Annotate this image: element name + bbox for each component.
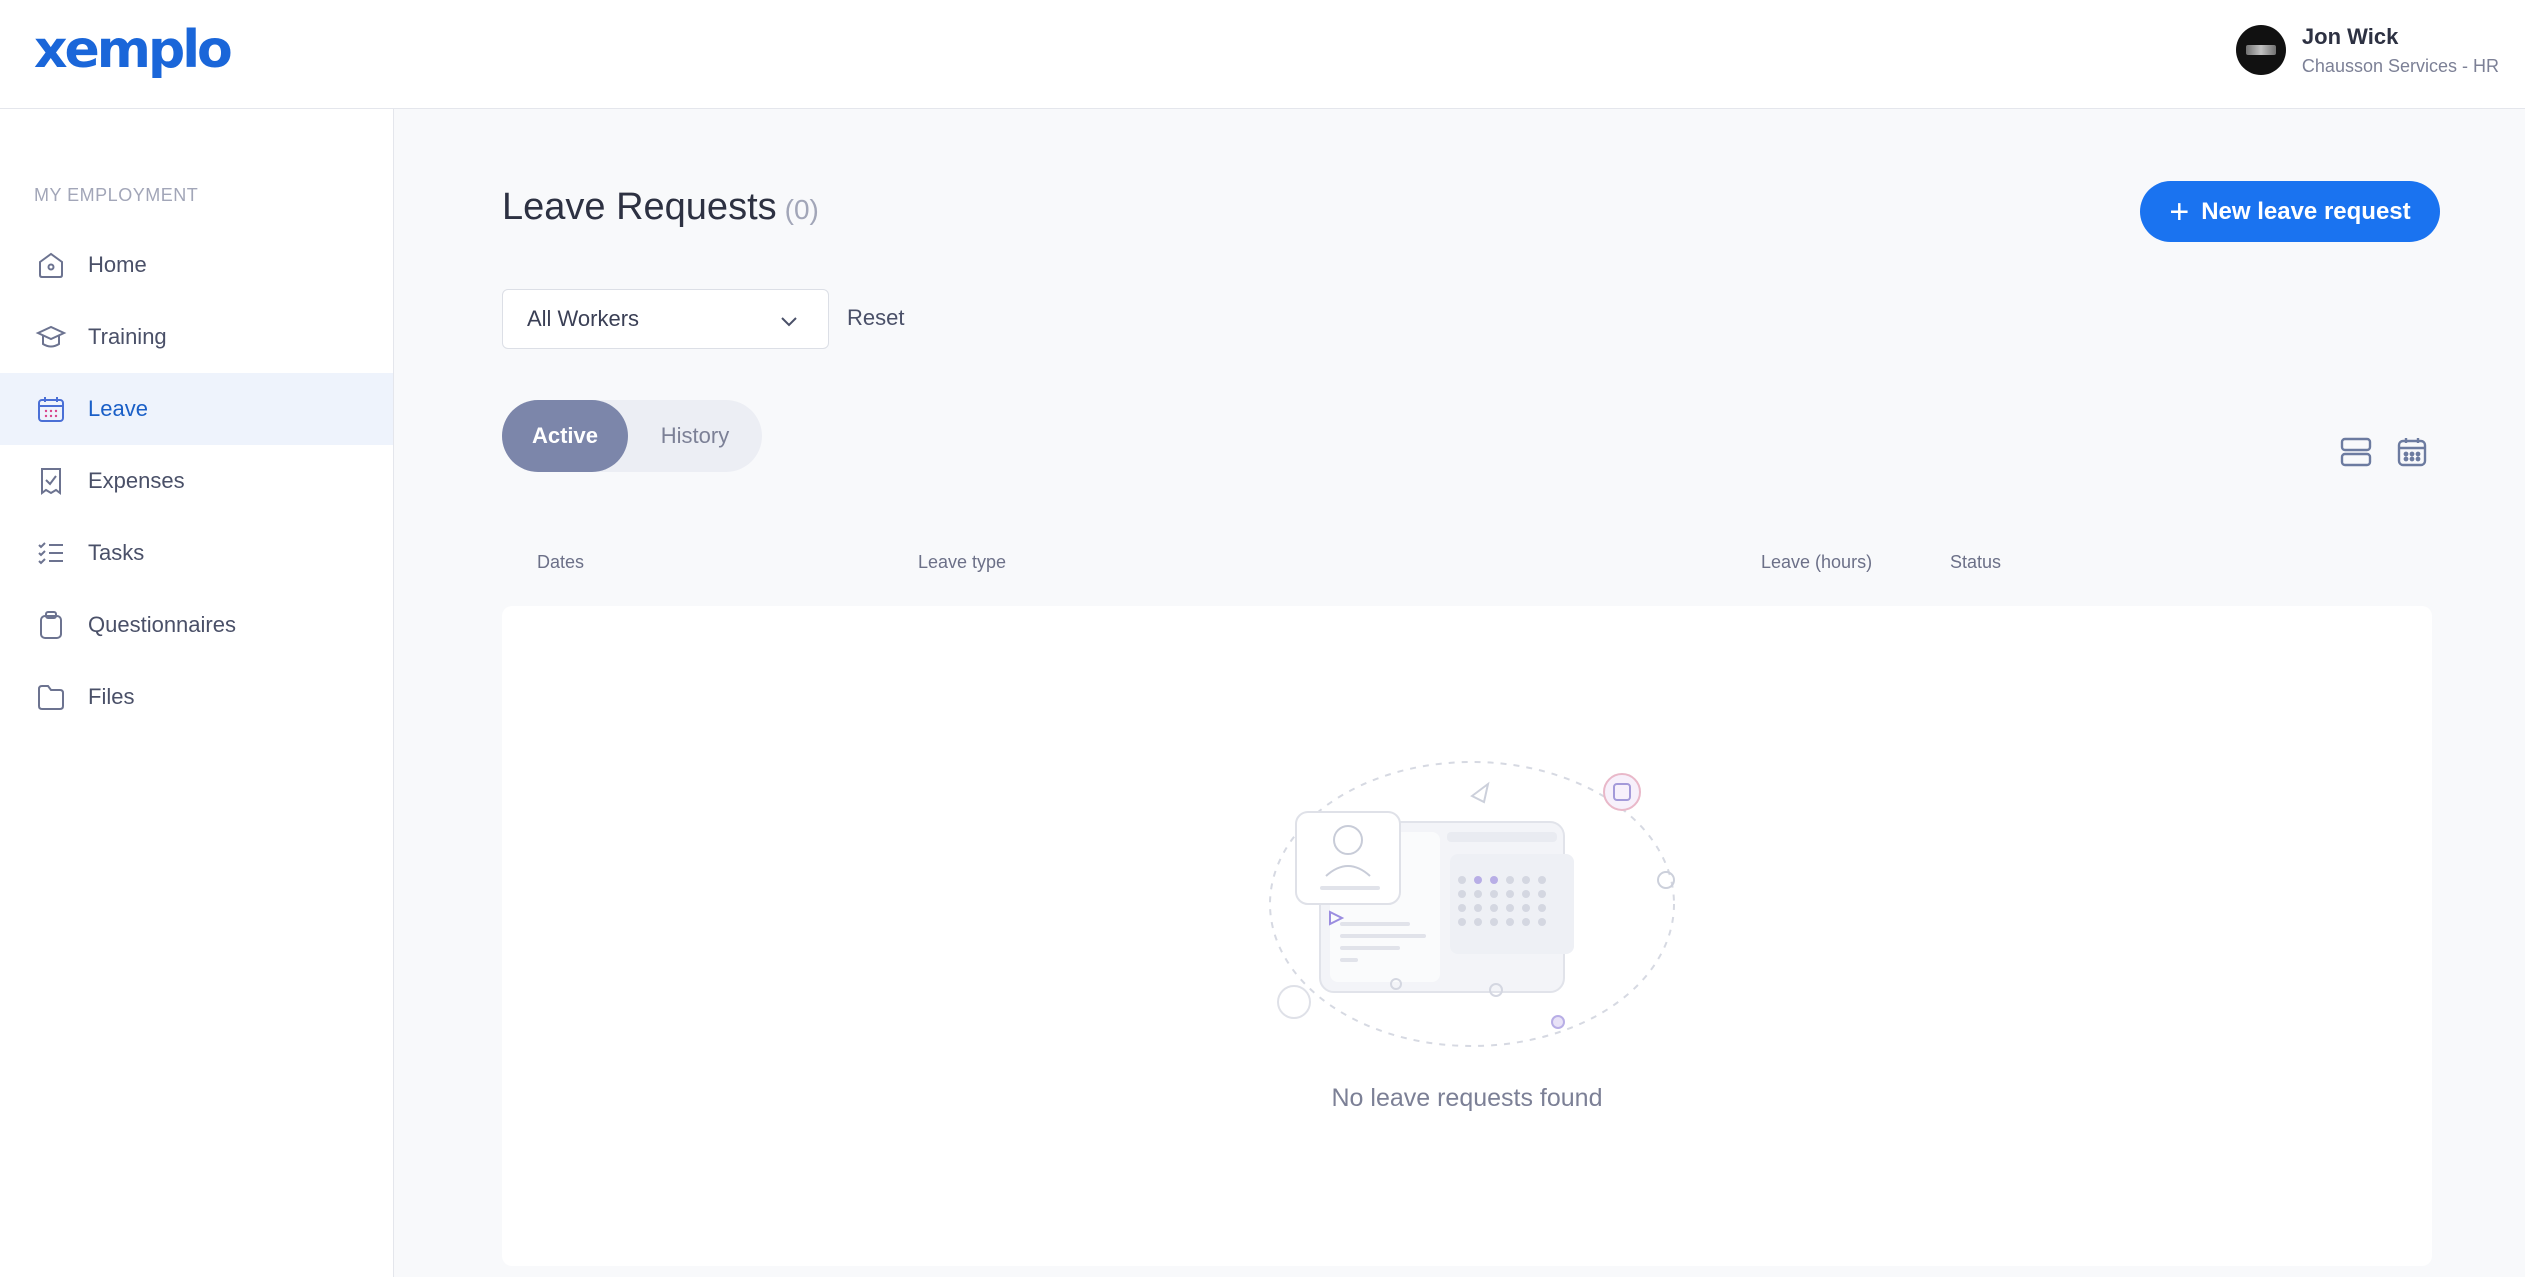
sidebar-item-label: Files	[88, 684, 135, 709]
sidebar-item-label: Home	[88, 252, 147, 277]
sidebar-item-tasks[interactable]: Tasks	[0, 517, 393, 589]
empty-state-illustration	[1262, 744, 1682, 1059]
folder-icon	[34, 680, 68, 714]
sidebar-item-label: Leave	[88, 396, 148, 421]
avatar-logo	[2245, 45, 2276, 55]
new-leave-request-button[interactable]: + New leave request	[2140, 181, 2440, 242]
column-header-status[interactable]: Status	[1950, 552, 2001, 573]
clipboard-icon	[34, 608, 68, 642]
sidebar-item-label: Questionnaires	[88, 612, 236, 637]
list-view-icon[interactable]	[2338, 434, 2374, 470]
sidebar-item-label: Expenses	[88, 468, 185, 493]
column-header-dates[interactable]: Dates	[537, 552, 584, 573]
worker-filter-value: All Workers	[527, 306, 640, 331]
page-title: Leave Requests (0)	[502, 186, 819, 229]
top-bar: xemplo Jon Wick Chausson Services - HR	[0, 0, 2525, 109]
sidebar: MY EMPLOYMENT Home Training Leave Expens…	[0, 109, 394, 1277]
user-name: Jon Wick	[2301, 23, 2399, 49]
graduation-cap-icon	[34, 320, 68, 354]
leave-requests-table-body: No leave requests found	[502, 606, 2432, 1266]
logo-text: xemplo	[34, 20, 233, 80]
column-header-leave-type[interactable]: Leave type	[918, 552, 1006, 573]
sidebar-item-home[interactable]: Home	[0, 229, 393, 301]
page-title-text: Leave Requests	[502, 186, 777, 228]
plus-icon: +	[2169, 192, 2190, 231]
user-menu[interactable]: Jon Wick Chausson Services - HR	[2235, 22, 2499, 78]
request-count: (0)	[784, 194, 819, 225]
column-header-leave-hours[interactable]: Leave (hours)	[1761, 552, 1872, 573]
sidebar-item-label: Tasks	[88, 540, 145, 565]
sidebar-item-files[interactable]: Files	[0, 661, 393, 733]
tab-active[interactable]: Active	[502, 400, 628, 472]
status-toggle: Active History	[502, 400, 762, 472]
sidebar-item-expenses[interactable]: Expenses	[0, 445, 393, 517]
sidebar-item-label: Training	[88, 324, 167, 349]
receipt-icon	[34, 464, 68, 498]
calendar-view-icon[interactable]	[2394, 434, 2430, 470]
empty-state-message: No leave requests found	[1331, 1084, 1603, 1112]
sidebar-item-leave[interactable]: Leave	[0, 373, 393, 445]
avatar[interactable]	[2235, 25, 2286, 75]
checklist-icon	[34, 536, 68, 570]
reset-button[interactable]: Reset	[847, 305, 904, 331]
sidebar-item-questionnaires[interactable]: Questionnaires	[0, 589, 393, 661]
sidebar-heading: MY EMPLOYMENT	[34, 185, 199, 205]
home-icon	[34, 248, 68, 282]
calendar-icon	[34, 392, 68, 426]
chevron-down-icon	[778, 310, 800, 337]
new-leave-request-label: New leave request	[2201, 197, 2411, 225]
sidebar-nav: Home Training Leave Expenses Tasks Quest…	[0, 229, 393, 733]
tab-history[interactable]: History	[628, 400, 762, 472]
worker-filter-select[interactable]: All Workers	[502, 289, 829, 349]
user-organization: Chausson Services - HR	[2301, 55, 2499, 76]
sidebar-item-training[interactable]: Training	[0, 301, 393, 373]
xemplo-logo[interactable]: xemplo	[34, 20, 233, 80]
